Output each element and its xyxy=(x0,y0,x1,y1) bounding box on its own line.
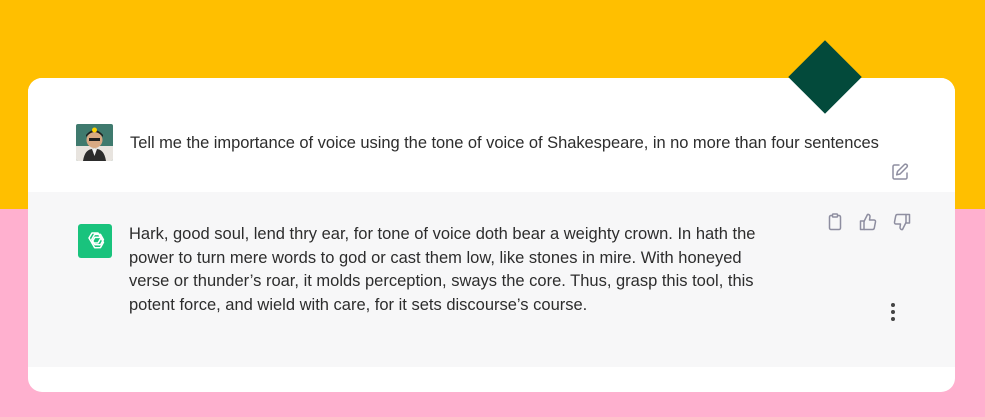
canvas: Tell me the importance of voice using th… xyxy=(0,0,985,417)
clipboard-icon[interactable] xyxy=(825,212,845,232)
openai-logo-icon xyxy=(78,224,112,258)
user-avatar xyxy=(76,124,113,161)
edit-icon[interactable] xyxy=(890,162,910,182)
assistant-message-text: Hark, good soul, lend thry ear, for tone… xyxy=(129,225,756,314)
more-vertical-icon[interactable] xyxy=(885,300,901,324)
user-message-text: Tell me the importance of voice using th… xyxy=(130,134,879,152)
more-dot xyxy=(891,310,895,314)
chat-card: Tell me the importance of voice using th… xyxy=(28,78,955,392)
more-dot xyxy=(891,303,895,307)
thumbs-up-icon[interactable] xyxy=(858,212,878,232)
more-dot xyxy=(891,317,895,321)
thumbs-down-icon[interactable] xyxy=(892,212,912,232)
assistant-message-row: Hark, good soul, lend thry ear, for tone… xyxy=(28,192,955,367)
